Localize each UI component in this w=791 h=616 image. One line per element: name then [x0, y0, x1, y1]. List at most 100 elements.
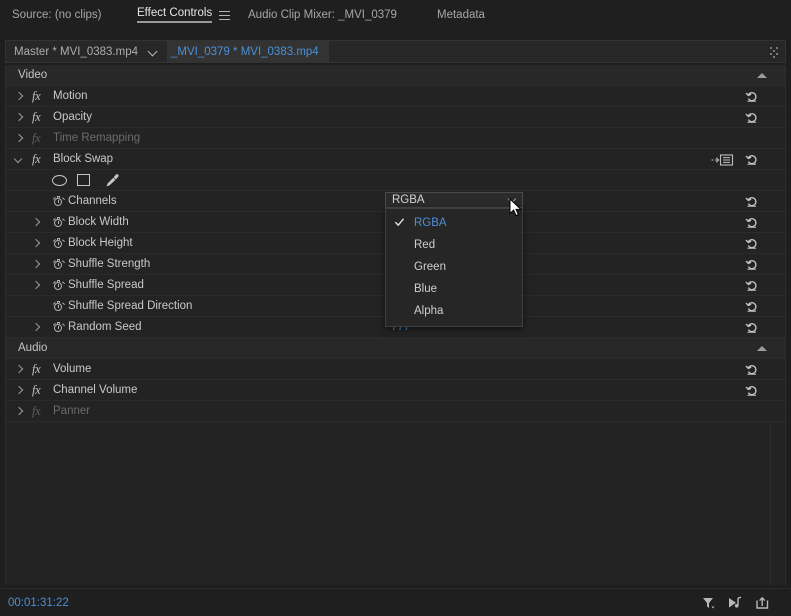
- fx-icon: fx: [32, 404, 41, 418]
- panel-tab-bar: Source: (no clips) Effect Controls Audio…: [0, 0, 791, 30]
- stopwatch-icon[interactable]: [52, 279, 65, 291]
- effect-name-label: Panner: [53, 405, 91, 417]
- bottom-status-bar: 00:01:31:22: [0, 588, 791, 616]
- reset-parameter-icon[interactable]: [745, 300, 759, 313]
- disclosure-triangle-closed[interactable]: [32, 239, 41, 248]
- grip-dots-icon[interactable]: [770, 47, 778, 59]
- disclosure-triangle-closed[interactable]: [15, 365, 24, 374]
- disclosure-triangle-closed[interactable]: [15, 134, 24, 143]
- section-label-video: Video: [18, 69, 48, 81]
- disclosure-triangle-closed[interactable]: [32, 281, 41, 290]
- effect-row-video-2[interactable]: fx Time Remapping: [6, 128, 785, 149]
- dropdown-option-green[interactable]: Green: [386, 256, 522, 278]
- param-name-label: Shuffle Spread Direction: [68, 300, 193, 312]
- effect-controls-panel: Source: (no clips) Effect Controls Audio…: [0, 0, 791, 616]
- tab-source-label: Source: (no clips): [12, 9, 102, 21]
- channels-dropdown-field[interactable]: RGBA: [385, 192, 523, 208]
- effect-row-video-3[interactable]: fx Block Swap: [6, 149, 785, 170]
- section-label-audio: Audio: [18, 342, 48, 354]
- timecode-display[interactable]: 00:01:31:22: [8, 597, 69, 609]
- param-name-label: Shuffle Strength: [68, 258, 151, 270]
- param-name-label: Block Width: [68, 216, 129, 228]
- stopwatch-icon[interactable]: [52, 237, 65, 249]
- fx-icon: fx: [32, 131, 41, 145]
- reset-parameter-icon[interactable]: [745, 195, 759, 208]
- disclosure-triangle-closed[interactable]: [32, 218, 41, 227]
- triangle-up-icon[interactable]: [757, 346, 767, 351]
- fx-icon: fx: [32, 89, 41, 103]
- master-clip-label[interactable]: Master * MVI_0383.mp4: [6, 46, 138, 58]
- disclosure-triangle-closed[interactable]: [15, 386, 24, 395]
- triangle-up-icon[interactable]: [757, 73, 767, 78]
- fx-icon: fx: [32, 383, 41, 397]
- dropdown-option-alpha[interactable]: Alpha: [386, 300, 522, 322]
- tab-metadata[interactable]: Metadata: [437, 0, 485, 30]
- mask-rectangle-icon[interactable]: [77, 174, 90, 186]
- active-clip-tab[interactable]: _MVI_0379 * MVI_0383.mp4: [167, 41, 329, 62]
- reset-parameter-icon[interactable]: [745, 321, 759, 334]
- section-header-audio[interactable]: Audio: [6, 338, 785, 359]
- clip-selector-bar: Master * MVI_0383.mp4 _MVI_0379 * MVI_03…: [5, 40, 786, 63]
- stopwatch-icon[interactable]: [52, 300, 65, 312]
- stopwatch-icon[interactable]: [52, 195, 65, 207]
- tab-audio-clip-mixer-label: Audio Clip Mixer: _MVI_0379: [248, 9, 397, 21]
- effect-badge-icon[interactable]: [711, 154, 737, 166]
- reset-parameter-icon[interactable]: [745, 237, 759, 250]
- reset-parameter-icon[interactable]: [745, 384, 759, 397]
- channels-dropdown-menu[interactable]: RGBA Red Green Blue Alpha: [385, 208, 523, 327]
- tab-effect-controls[interactable]: Effect Controls: [137, 0, 231, 30]
- play-audio-icon[interactable]: [726, 595, 744, 611]
- mouse-pointer: [509, 197, 523, 218]
- check-icon: [395, 218, 404, 227]
- tab-audio-clip-mixer[interactable]: Audio Clip Mixer: _MVI_0379: [248, 0, 397, 30]
- stopwatch-icon[interactable]: [52, 216, 65, 228]
- dropdown-option-red[interactable]: Red: [386, 234, 522, 256]
- effect-name-label: Opacity: [53, 111, 92, 123]
- hamburger-icon[interactable]: [219, 10, 231, 20]
- effect-row-audio-0[interactable]: fx Volume: [6, 359, 785, 380]
- pen-tool-icon[interactable]: [105, 173, 120, 188]
- effect-name-label: Time Remapping: [53, 132, 141, 144]
- effect-name-label: Channel Volume: [53, 384, 138, 396]
- fx-icon: fx: [32, 110, 41, 124]
- disclosure-triangle-open[interactable]: [15, 155, 24, 164]
- effect-row-video-0[interactable]: fx Motion: [6, 86, 785, 107]
- effect-row-audio-2[interactable]: fx Panner: [6, 401, 785, 422]
- section-header-video[interactable]: Video: [6, 65, 785, 86]
- effect-name-label: Motion: [53, 90, 88, 102]
- tab-effect-controls-label: Effect Controls: [137, 7, 213, 23]
- param-name-label: Block Height: [68, 237, 133, 249]
- disclosure-triangle-closed[interactable]: [15, 407, 24, 416]
- effect-name-label: Block Swap: [53, 153, 114, 165]
- dropdown-option-blue[interactable]: Blue: [386, 278, 522, 300]
- reset-parameter-icon[interactable]: [745, 90, 759, 103]
- reset-parameter-icon[interactable]: [745, 111, 759, 124]
- tab-source[interactable]: Source: (no clips): [12, 0, 101, 30]
- effect-row-video-1[interactable]: fx Opacity: [6, 107, 785, 128]
- dropdown-option-label: Green: [414, 261, 446, 273]
- fx-icon: fx: [32, 152, 41, 166]
- disclosure-triangle-closed[interactable]: [32, 260, 41, 269]
- reset-parameter-icon[interactable]: [745, 363, 759, 376]
- disclosure-triangle-closed[interactable]: [32, 323, 41, 332]
- fx-icon: fx: [32, 362, 41, 376]
- dropdown-option-rgba[interactable]: RGBA: [386, 212, 522, 234]
- export-frame-icon[interactable]: [754, 595, 772, 611]
- disclosure-triangle-closed[interactable]: [15, 113, 24, 122]
- stopwatch-icon[interactable]: [52, 321, 65, 333]
- chevron-down-icon[interactable]: [149, 47, 158, 56]
- reset-parameter-icon[interactable]: [745, 258, 759, 271]
- mask-ellipse-icon[interactable]: [52, 175, 67, 186]
- param-name-label: Random Seed: [68, 321, 142, 333]
- dropdown-option-label: Red: [414, 239, 436, 251]
- mask-tools-row[interactable]: [6, 170, 785, 191]
- disclosure-triangle-closed[interactable]: [15, 92, 24, 101]
- reset-parameter-icon[interactable]: [745, 279, 759, 292]
- dropdown-option-label: RGBA: [414, 217, 447, 229]
- reset-parameter-icon[interactable]: [745, 216, 759, 229]
- filter-icon[interactable]: [700, 595, 718, 611]
- effect-row-audio-1[interactable]: fx Channel Volume: [6, 380, 785, 401]
- stopwatch-icon[interactable]: [52, 258, 65, 270]
- effect-name-label: Volume: [53, 363, 92, 375]
- reset-parameter-icon[interactable]: [745, 153, 759, 166]
